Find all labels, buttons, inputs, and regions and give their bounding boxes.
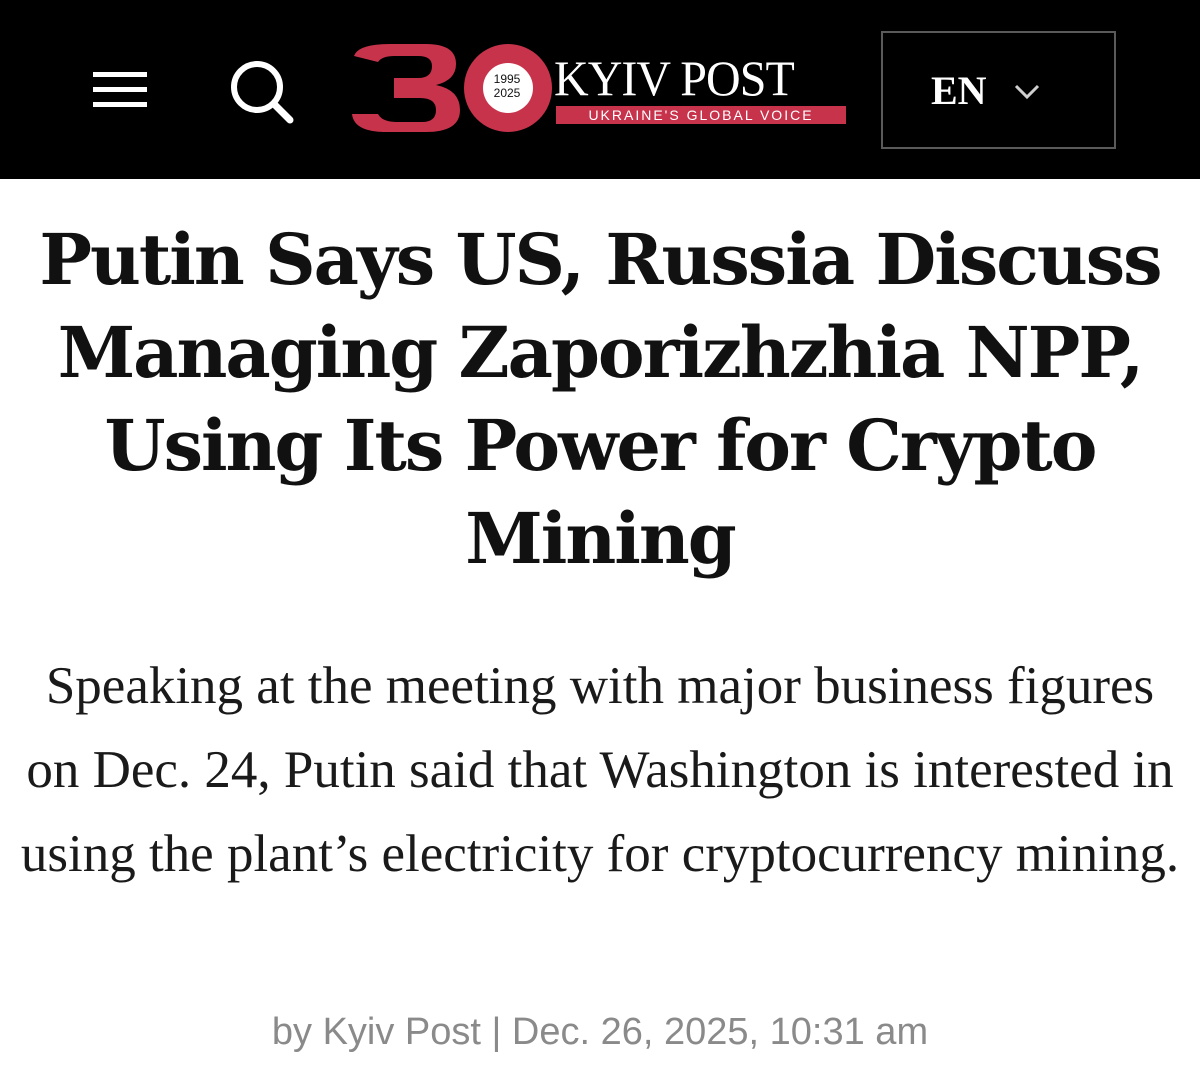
logo-tagline: UKRAINE'S GLOBAL VOICE xyxy=(556,106,846,124)
search-icon-graphic xyxy=(231,61,294,124)
menu-bar xyxy=(93,72,147,77)
logo-year-end: 2025 xyxy=(493,86,521,100)
kyiv-post-logo[interactable]: 30 1995 2025 KYIV POST UKRAINE'S GLOBAL … xyxy=(348,38,848,134)
menu-bar xyxy=(93,87,147,92)
search-icon[interactable] xyxy=(228,58,294,124)
language-label: EN xyxy=(931,68,987,113)
article-headline: Putin Says US, Russia Discuss Managing Z… xyxy=(39,218,1162,580)
hamburger-menu-icon[interactable] xyxy=(90,70,150,110)
logo-years: 1995 2025 xyxy=(484,72,530,100)
logo-brand-name: KYIV POST xyxy=(554,50,795,106)
article-byline: by Kyiv Post | Dec. 26, 2025, 10:31 am xyxy=(271,1011,929,1053)
language-selector[interactable]: EN xyxy=(881,31,1116,149)
menu-bar xyxy=(93,102,147,107)
site-header: 30 1995 2025 KYIV POST UKRAINE'S GLOBAL … xyxy=(0,0,1200,179)
chevron-down-icon xyxy=(1014,84,1040,100)
logo-year-start: 1995 xyxy=(493,72,521,86)
logo-number: 30 xyxy=(348,40,350,41)
article-dek: Speaking at the meeting with major busin… xyxy=(20,657,1180,883)
